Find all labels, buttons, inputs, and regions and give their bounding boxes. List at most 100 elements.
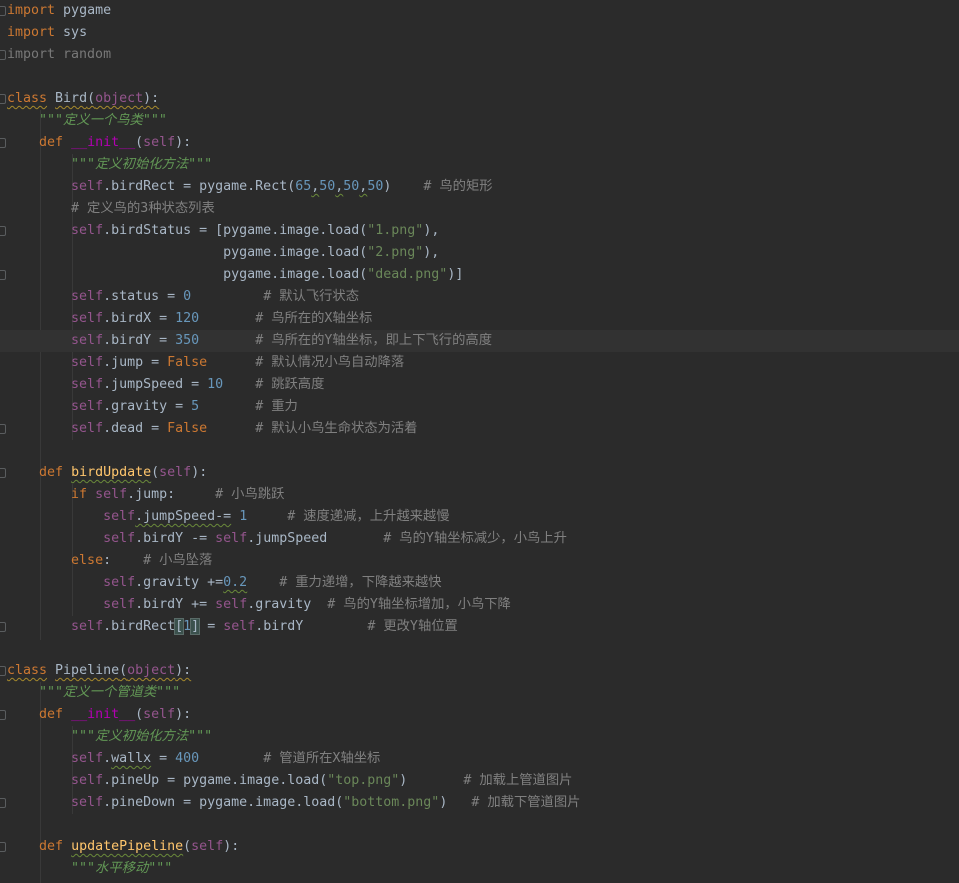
code-line[interactable]: self.jumpSpeed-= 1 # 速度递减，上升越来越慢 (7, 506, 959, 528)
fold-marker-icon[interactable] (0, 270, 6, 280)
code-line[interactable]: if self.jump: # 小鸟跳跃 (7, 484, 959, 506)
code-line[interactable]: import sys (7, 22, 959, 44)
code-line[interactable] (7, 66, 959, 88)
code-token: """定义初始化方法""" (71, 157, 213, 172)
code-token: # 重力递增，下降越来越快 (279, 575, 442, 590)
code-token: 350 (175, 333, 200, 348)
code-line[interactable]: class Bird(object): (7, 88, 959, 110)
code-line[interactable]: import pygame (7, 0, 959, 22)
code-line[interactable]: self.status = 0 # 默认飞行状态 (7, 286, 959, 308)
code-line[interactable]: pygame.image.load("dead.png")] (7, 264, 959, 286)
code-token: # 默认情况小鸟自动降落 (255, 355, 405, 370)
code-token: pygame.image.load( (7, 245, 368, 260)
code-line[interactable]: self.gravity = 5 # 重力 (7, 396, 959, 418)
fold-marker-icon[interactable] (0, 468, 6, 478)
fold-marker-icon[interactable] (0, 424, 6, 434)
code-line[interactable]: self.gravity +=0.2 # 重力递增，下降越来越快 (7, 572, 959, 594)
code-line[interactable]: """定义一个管道类""" (7, 682, 959, 704)
code-token: """定义一个管道类""" (39, 685, 181, 700)
code-line[interactable]: self.birdRect = pygame.Rect(65,50,50,50)… (7, 176, 959, 198)
code-line[interactable]: """水平移动""" (7, 858, 959, 880)
code-line[interactable]: def birdUpdate(self): (7, 462, 959, 484)
code-line[interactable]: self.birdX = 120 # 鸟所在的X轴坐标 (7, 308, 959, 330)
fold-marker-icon[interactable] (0, 710, 6, 720)
code-token: .pineUp = pygame.image.load( (103, 773, 328, 788)
code-token: ): (143, 91, 160, 106)
code-token: .dead = (103, 421, 168, 436)
code-editor[interactable]: import pygame import sys import random clas… (0, 0, 959, 883)
code-token: "2.png" (367, 245, 424, 260)
code-token: self (71, 751, 104, 766)
code-line[interactable]: import random (7, 44, 959, 66)
fold-marker-icon[interactable] (0, 226, 6, 236)
code-token: self (71, 355, 104, 370)
code-token: ] (190, 618, 201, 635)
code-line[interactable] (7, 638, 959, 660)
code-token: birdUpdate (71, 465, 152, 480)
fold-marker-icon[interactable] (0, 94, 6, 104)
code-line[interactable]: pygame.image.load("2.png"), (7, 242, 959, 264)
code-token: 120 (175, 311, 200, 326)
code-token: False (167, 421, 208, 436)
code-token: .jumpSpeed (247, 531, 384, 546)
fold-marker-icon[interactable] (0, 138, 6, 148)
code-line[interactable]: self.pineDown = pygame.image.load("botto… (7, 792, 959, 814)
code-line[interactable]: self.birdY = 350 # 鸟所在的Y轴坐标，即上下飞行的高度 (0, 330, 959, 352)
code-token: .jumpSpeed-= (135, 509, 232, 524)
code-token: __init__ (71, 135, 136, 150)
code-line[interactable]: class Pipeline(object): (7, 660, 959, 682)
code-token: self (71, 333, 104, 348)
code-line[interactable]: self.wallx = 400 # 管道所在X轴坐标 (7, 748, 959, 770)
code-token: # 鸟所在的Y轴坐标，即上下飞行的高度 (255, 333, 492, 348)
code-token: "1.png" (367, 223, 424, 238)
code-line[interactable]: def __init__(self): (7, 704, 959, 726)
code-line[interactable]: """定义一个鸟类""" (7, 110, 959, 132)
code-line[interactable]: self.birdY += self.gravity # 鸟的Y轴坐标增加，小鸟… (7, 594, 959, 616)
code-token: .birdY -= (135, 531, 216, 546)
fold-marker-icon[interactable] (0, 6, 6, 16)
code-line[interactable]: """定义初始化方法""" (7, 154, 959, 176)
code-token: ), (423, 245, 440, 260)
code-line[interactable]: else: # 小鸟坠落 (7, 550, 959, 572)
code-line[interactable]: self.jumpSpeed = 10 # 跳跃高度 (7, 374, 959, 396)
code-line[interactable]: # 定义鸟的3种状态列表 (7, 198, 959, 220)
fold-marker-icon[interactable] (0, 842, 6, 852)
code-line[interactable]: self.birdY -= self.jumpSpeed # 鸟的Y轴坐标减少，… (7, 528, 959, 550)
code-line[interactable] (7, 440, 959, 462)
code-line[interactable]: self.pineUp = pygame.image.load("top.png… (7, 770, 959, 792)
code-line[interactable]: self.dead = False # 默认小鸟生命状态为活着 (7, 418, 959, 440)
code-token: 65 (295, 179, 312, 194)
code-line[interactable]: self.jump = False # 默认情况小鸟自动降落 (7, 352, 959, 374)
fold-marker-icon[interactable] (0, 622, 6, 632)
code-line[interactable]: def __init__(self): (7, 132, 959, 154)
fold-marker-icon[interactable] (0, 666, 6, 676)
code-line[interactable] (7, 814, 959, 836)
code-line[interactable]: self.birdRect[1] = self.birdY # 更改Y轴位置 (7, 616, 959, 638)
code-token: # 鸟的Y轴坐标减少，小鸟上升 (383, 531, 567, 546)
code-token: self (71, 421, 104, 436)
code-token: # 重力 (255, 399, 298, 414)
code-token: self (71, 377, 104, 392)
fold-marker-icon[interactable] (0, 50, 6, 60)
fold-marker-icon[interactable] (0, 798, 6, 808)
code-line[interactable]: def updatePipeline(self): (7, 836, 959, 858)
code-token: ( (135, 135, 144, 150)
code-line[interactable]: """定义初始化方法""" (7, 726, 959, 748)
code-line[interactable]: self.birdStatus = [pygame.image.load("1.… (7, 220, 959, 242)
code-token: updatePipeline (71, 839, 184, 854)
code-token: pygame.image.load( (7, 267, 368, 282)
code-token: self (143, 707, 176, 722)
code-token: "bottom.png" (343, 795, 440, 810)
code-token: 10 (207, 377, 224, 392)
